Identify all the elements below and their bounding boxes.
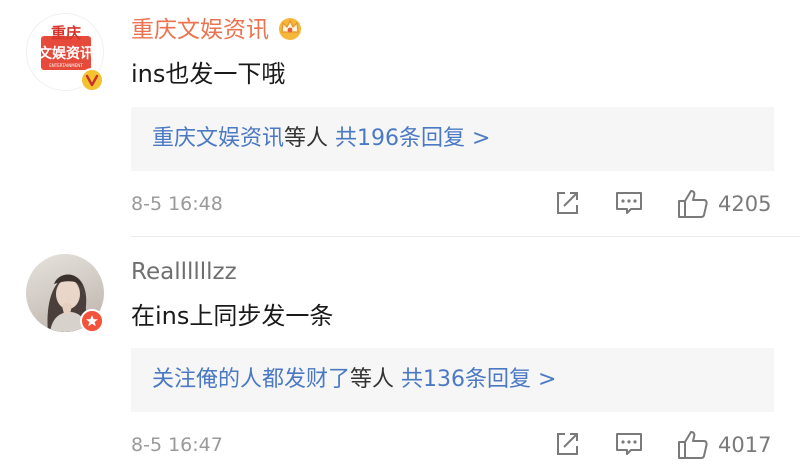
like-button[interactable]: 4017: [676, 429, 771, 461]
reply-names[interactable]: 重庆文娱资讯: [152, 126, 284, 151]
reply-count-link[interactable]: 共196条回复 >: [335, 126, 490, 151]
share-button[interactable]: [552, 188, 582, 218]
like-button[interactable]: 4205: [676, 188, 771, 220]
comment-text: 在ins上同步发一条: [131, 302, 334, 330]
comment-button[interactable]: [614, 188, 644, 218]
username-text[interactable]: 重庆文娱资讯: [131, 17, 269, 43]
username[interactable]: 重庆文娱资讯: [131, 15, 305, 49]
comment-text: ins也发一下哦: [131, 60, 286, 88]
svg-text:ENTERTAINMENT: ENTERTAINMENT: [49, 63, 83, 68]
username[interactable]: Reallllllzz: [131, 257, 237, 287]
timestamp: 8-5 16:48: [131, 193, 223, 215]
share-icon: [557, 433, 578, 455]
like-count: 4017: [718, 433, 772, 457]
like-icon: [678, 190, 708, 218]
reply-summary[interactable]: 关注俺的人都发财了等人 共136条回复 >: [131, 348, 774, 412]
comment-button[interactable]: [614, 429, 644, 459]
comment-icon: [616, 192, 642, 214]
share-icon: [557, 192, 578, 214]
reply-summary[interactable]: 重庆文娱资讯等人 共196条回复 >: [131, 107, 774, 171]
star-badge-icon: [80, 309, 104, 333]
reply-count-link[interactable]: 共136条回复 >: [401, 367, 556, 392]
reply-names[interactable]: 关注俺的人都发财了: [152, 367, 350, 392]
like-count: 4205: [718, 192, 772, 216]
comment-item: Reallllllzz 在ins上同步发一条 关注俺的人都发财了等人 共136条…: [0, 236, 800, 474]
reply-mid: 等人: [284, 126, 329, 151]
timestamp: 8-5 16:47: [131, 434, 223, 456]
svg-text:重庆: 重庆: [51, 24, 81, 42]
vip-crown-icon: [275, 15, 305, 49]
like-icon: [678, 431, 708, 459]
svg-text:文娱资讯: 文娱资讯: [38, 45, 94, 62]
comment-icon: [616, 433, 642, 455]
comment-item: 重庆 文娱资讯 ENTERTAINMENT 重庆文娱资讯 ins也发一下哦 重庆…: [0, 0, 800, 236]
reply-mid: 等人: [350, 367, 395, 392]
share-button[interactable]: [552, 429, 582, 459]
verified-v-icon: [80, 68, 104, 92]
